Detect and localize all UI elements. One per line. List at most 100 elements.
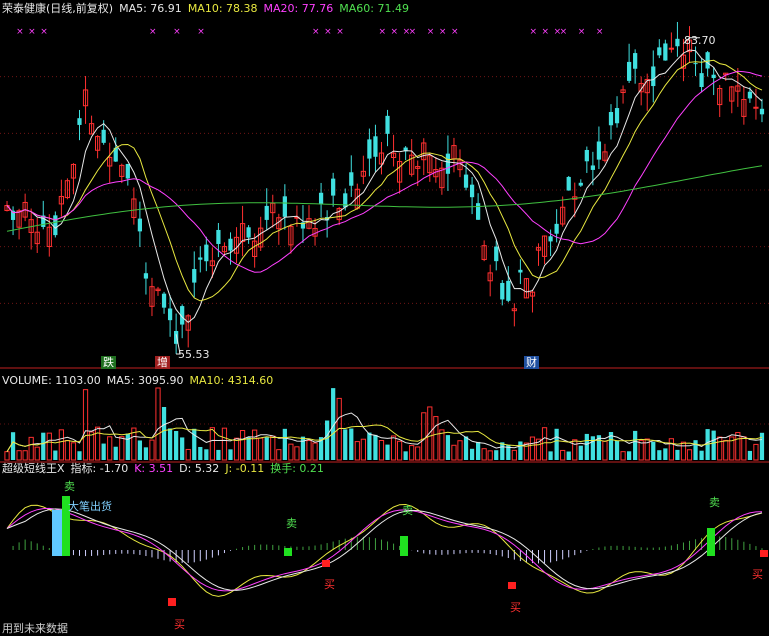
candle[interactable] <box>373 124 378 172</box>
candle[interactable] <box>385 109 390 147</box>
candle[interactable] <box>626 43 632 84</box>
candle[interactable] <box>608 104 614 140</box>
volume-bar[interactable] <box>409 445 415 461</box>
candle[interactable] <box>58 179 64 217</box>
candle[interactable] <box>596 126 602 170</box>
volume-bar[interactable] <box>469 448 475 460</box>
candle[interactable] <box>185 314 191 348</box>
volume-bar[interactable] <box>415 446 421 461</box>
volume-bar[interactable] <box>403 451 408 460</box>
zeng-marker[interactable]: 增 <box>155 356 170 369</box>
volume-bar[interactable] <box>239 430 246 461</box>
volume-bar[interactable] <box>717 436 723 461</box>
sell-signal-bar[interactable] <box>707 528 715 556</box>
candle[interactable] <box>288 223 294 254</box>
volume-bar[interactable] <box>373 434 378 460</box>
volume-bar[interactable] <box>578 445 583 460</box>
volume-bar[interactable] <box>276 449 282 461</box>
volume-bar[interactable] <box>233 437 240 461</box>
candle[interactable] <box>239 205 246 257</box>
buy-signal-bar[interactable] <box>322 560 330 567</box>
candle[interactable] <box>759 98 765 123</box>
volume-bar[interactable] <box>566 451 571 460</box>
volume-bar[interactable] <box>541 427 548 461</box>
candle[interactable] <box>264 188 269 230</box>
volume-bar[interactable] <box>58 429 64 461</box>
candle[interactable] <box>88 115 95 135</box>
candle[interactable] <box>378 141 385 175</box>
volume-bar[interactable] <box>711 430 716 460</box>
volume-bar[interactable] <box>258 437 264 461</box>
volume-bar[interactable] <box>511 449 517 461</box>
candle[interactable] <box>282 184 287 230</box>
volume-bar[interactable] <box>270 435 276 461</box>
volume-bar[interactable] <box>741 436 747 461</box>
volume-bar[interactable] <box>354 441 360 461</box>
volume-bar[interactable] <box>294 446 300 461</box>
price-panel[interactable]: × × × × × × × × × × × ×× × × × × × ×× × × <box>4 21 765 355</box>
candle[interactable] <box>741 86 747 125</box>
volume-bar[interactable] <box>699 450 704 460</box>
candle[interactable] <box>28 208 34 250</box>
die-marker[interactable]: 跌 <box>101 356 116 369</box>
volume-bar[interactable] <box>675 449 680 460</box>
volume-bar[interactable] <box>657 450 662 460</box>
volume-bar[interactable] <box>125 433 130 460</box>
volume-bar[interactable] <box>300 436 306 460</box>
volume-bar[interactable] <box>427 406 433 461</box>
volume-bar[interactable] <box>167 428 173 460</box>
candle[interactable] <box>367 128 372 177</box>
volume-bar[interactable] <box>34 446 40 461</box>
volume-bar[interactable] <box>548 451 553 460</box>
volume-bar[interactable] <box>759 432 765 460</box>
volume-bar[interactable] <box>149 439 155 461</box>
candle[interactable] <box>137 201 143 248</box>
volume-bar[interactable] <box>10 432 16 460</box>
volume-bar[interactable] <box>53 450 58 460</box>
volume-bar[interactable] <box>747 450 753 460</box>
volume-bar[interactable] <box>288 443 294 461</box>
volume-bar[interactable] <box>626 451 632 460</box>
volume-bar[interactable] <box>119 436 125 461</box>
volume-bar[interactable] <box>113 446 118 460</box>
candle[interactable] <box>427 152 433 182</box>
volume-bar[interactable] <box>198 446 203 460</box>
volume-bar[interactable] <box>457 440 463 461</box>
volume-bar[interactable] <box>500 442 505 460</box>
candle[interactable] <box>331 172 336 207</box>
buy-signal-bar[interactable] <box>168 598 176 606</box>
volume-bar[interactable] <box>753 443 759 461</box>
volume-bar[interactable] <box>107 436 113 461</box>
candle[interactable] <box>620 85 626 104</box>
candle[interactable] <box>511 303 517 327</box>
candle[interactable] <box>602 143 608 163</box>
candle[interactable] <box>433 157 439 183</box>
volume-bar[interactable] <box>161 407 167 460</box>
candle[interactable] <box>663 39 668 61</box>
volume-bar[interactable] <box>16 450 22 461</box>
volume-bar[interactable] <box>228 449 233 460</box>
volume-bar[interactable] <box>22 450 28 461</box>
candle[interactable] <box>198 246 203 273</box>
volume-bar[interactable] <box>476 441 481 460</box>
volume-bar[interactable] <box>137 440 143 460</box>
volume-bar[interactable] <box>252 429 258 461</box>
candle[interactable] <box>529 289 536 313</box>
volume-bar[interactable] <box>282 428 287 460</box>
volume-bar[interactable] <box>216 449 221 460</box>
exit-signal-bar[interactable] <box>52 510 62 556</box>
volume-bar[interactable] <box>264 437 269 460</box>
candle[interactable] <box>675 21 680 57</box>
buy-signal-bar[interactable] <box>508 582 516 589</box>
candle[interactable] <box>204 236 209 272</box>
volume-bar[interactable] <box>602 440 608 461</box>
candle[interactable] <box>699 58 704 93</box>
sell-signal-bar[interactable] <box>400 536 408 556</box>
volume-bar[interactable] <box>723 439 729 461</box>
candle[interactable] <box>584 146 589 173</box>
volume-bar[interactable] <box>180 437 185 460</box>
volume-bar[interactable] <box>518 441 523 460</box>
volume-bar[interactable] <box>487 450 493 461</box>
volume-bar[interactable] <box>421 412 427 461</box>
volume-bar[interactable] <box>554 428 559 460</box>
